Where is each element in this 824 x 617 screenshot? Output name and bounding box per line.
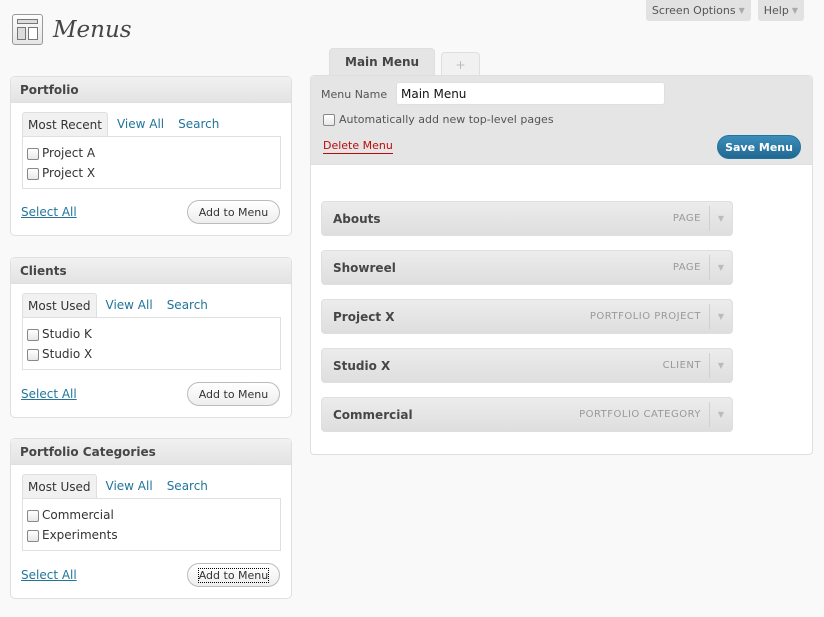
- page-title: Menus: [53, 16, 132, 43]
- checkbox[interactable]: [27, 168, 39, 180]
- tab-panel: Commercial Experiments: [22, 498, 281, 551]
- expand-arrow-icon[interactable]: ▼: [709, 402, 732, 427]
- item-label: Experiments: [42, 528, 118, 542]
- menus-icon: [12, 14, 43, 45]
- checkbox[interactable]: [27, 349, 39, 361]
- clients-box: Clients Most Used View All Search Studio…: [10, 257, 292, 418]
- menu-name-label: Menu Name: [321, 88, 388, 101]
- expand-arrow-icon[interactable]: ▼: [709, 255, 732, 280]
- add-to-menu-label: Add to Menu: [197, 567, 270, 583]
- auto-add-label: Automatically add new top-level pages: [339, 113, 554, 126]
- menu-item-title: Project X: [333, 309, 395, 324]
- box-tabs: Most Used View All Search: [22, 474, 222, 499]
- menu-item-type: PORTFOLIO CATEGORY: [579, 409, 701, 420]
- menu-item[interactable]: Commercial PORTFOLIO CATEGORY ▼: [321, 397, 733, 432]
- menu-item-title: Showreel: [333, 260, 396, 275]
- menu-item-type: PAGE: [672, 213, 701, 224]
- menu-editor: Menu Name Automatically add new top-leve…: [310, 75, 813, 455]
- help-button[interactable]: Help ▼: [757, 0, 804, 21]
- tab-main-menu[interactable]: Main Menu: [329, 48, 436, 77]
- menu-item[interactable]: Abouts PAGE ▼: [321, 201, 733, 236]
- add-to-menu-button[interactable]: Add to Menu: [187, 382, 280, 406]
- menu-item-type: PAGE: [672, 262, 701, 273]
- menu-items-list: Abouts PAGE ▼ Showreel PAGE ▼ Project X …: [321, 201, 733, 446]
- screen-options-label: Screen Options: [651, 3, 736, 17]
- list-item: Project A: [27, 143, 280, 163]
- screen-options-button[interactable]: Screen Options ▼: [645, 0, 751, 21]
- menu-item-title: Commercial: [333, 407, 413, 422]
- add-menu-tab[interactable]: +: [441, 52, 481, 77]
- menu-item[interactable]: Project X PORTFOLIO PROJECT ▼: [321, 299, 733, 334]
- checkbox[interactable]: [27, 530, 39, 542]
- expand-arrow-icon[interactable]: ▼: [709, 304, 732, 329]
- caret-down-icon: ▼: [791, 5, 798, 15]
- tab-search[interactable]: Search: [178, 112, 226, 137]
- screen-meta-links: Screen Options ▼ Help ▼: [645, 0, 804, 21]
- tab-search[interactable]: Search: [167, 293, 215, 318]
- menu-editor-header: Menu Name Automatically add new top-leve…: [311, 76, 812, 165]
- add-to-menu-button[interactable]: Add to Menu: [187, 200, 280, 224]
- item-label: Commercial: [42, 508, 114, 522]
- save-menu-label: Save Menu: [725, 140, 793, 154]
- box-title[interactable]: Portfolio Categories: [11, 439, 291, 465]
- tab-most-used[interactable]: Most Used: [22, 293, 97, 318]
- select-all-link[interactable]: Select All: [21, 387, 77, 401]
- tab-panel: Studio K Studio X: [22, 317, 281, 370]
- add-to-menu-label: Add to Menu: [198, 205, 269, 219]
- menu-item-title: Studio X: [333, 358, 391, 373]
- select-all-link[interactable]: Select All: [21, 205, 77, 219]
- save-menu-button[interactable]: Save Menu: [717, 135, 801, 159]
- box-tabs: Most Used View All Search: [22, 293, 222, 318]
- tab-view-all[interactable]: View All: [106, 293, 160, 318]
- tab-panel: Project A Project X: [22, 136, 281, 189]
- checkbox[interactable]: [27, 510, 39, 522]
- menu-name-input[interactable]: [396, 82, 665, 105]
- caret-down-icon: ▼: [738, 5, 745, 15]
- item-label: Studio K: [42, 327, 92, 341]
- list-item: Studio X: [27, 344, 280, 364]
- portfolio-categories-box: Portfolio Categories Most Used View All …: [10, 438, 292, 599]
- expand-arrow-icon[interactable]: ▼: [709, 353, 732, 378]
- help-label: Help: [763, 3, 789, 17]
- list-item: Commercial: [27, 505, 280, 525]
- portfolio-box: Portfolio Most Recent View All Search Pr…: [10, 76, 292, 236]
- item-label: Project A: [42, 146, 96, 160]
- add-to-menu-label: Add to Menu: [198, 387, 269, 401]
- page-header: Menus: [12, 14, 132, 45]
- menu-tabs: Main Menu +: [329, 48, 481, 77]
- list-item: Project X: [27, 163, 280, 183]
- menu-item[interactable]: Showreel PAGE ▼: [321, 250, 733, 285]
- expand-arrow-icon[interactable]: ▼: [709, 206, 732, 231]
- menu-item-type: CLIENT: [662, 360, 701, 371]
- auto-add-option: Automatically add new top-level pages: [323, 113, 554, 126]
- list-item: Experiments: [27, 525, 280, 545]
- auto-add-checkbox[interactable]: [323, 113, 335, 126]
- checkbox[interactable]: [27, 148, 39, 160]
- tab-search[interactable]: Search: [167, 474, 215, 499]
- tab-view-all[interactable]: View All: [106, 474, 160, 499]
- item-label: Studio X: [42, 347, 93, 361]
- box-tabs: Most Recent View All Search: [22, 112, 233, 137]
- select-all-link[interactable]: Select All: [21, 568, 77, 582]
- menu-item[interactable]: Studio X CLIENT ▼: [321, 348, 733, 383]
- checkbox[interactable]: [27, 329, 39, 341]
- tab-view-all[interactable]: View All: [117, 112, 171, 137]
- menu-item-type: PORTFOLIO PROJECT: [589, 311, 701, 322]
- tab-most-recent[interactable]: Most Recent: [22, 112, 108, 137]
- delete-menu-link[interactable]: Delete Menu: [323, 139, 393, 154]
- list-item: Studio K: [27, 324, 280, 344]
- item-label: Project X: [42, 166, 96, 180]
- box-title[interactable]: Clients: [11, 258, 291, 284]
- box-title[interactable]: Portfolio: [11, 77, 291, 103]
- tab-most-used[interactable]: Most Used: [22, 474, 97, 499]
- add-to-menu-button[interactable]: Add to Menu: [187, 563, 280, 587]
- menu-item-title: Abouts: [333, 211, 381, 226]
